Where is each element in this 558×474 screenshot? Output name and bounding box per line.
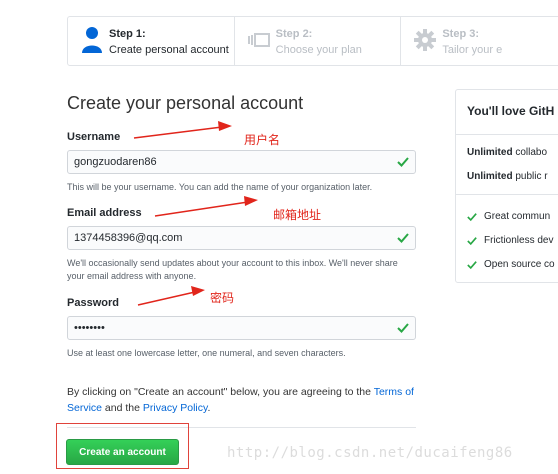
username-arrow: [133, 126, 223, 139]
password-arrow: [137, 291, 196, 306]
annotation-arrows: [133, 121, 258, 306]
email-annotation: 邮箱地址: [273, 208, 322, 222]
username-annotation: 用户名: [244, 133, 281, 147]
password-annotation: 密码: [210, 291, 235, 305]
watermark: http://blog.csdn.net/ducaifeng86: [227, 445, 513, 461]
email-arrow: [154, 201, 249, 217]
